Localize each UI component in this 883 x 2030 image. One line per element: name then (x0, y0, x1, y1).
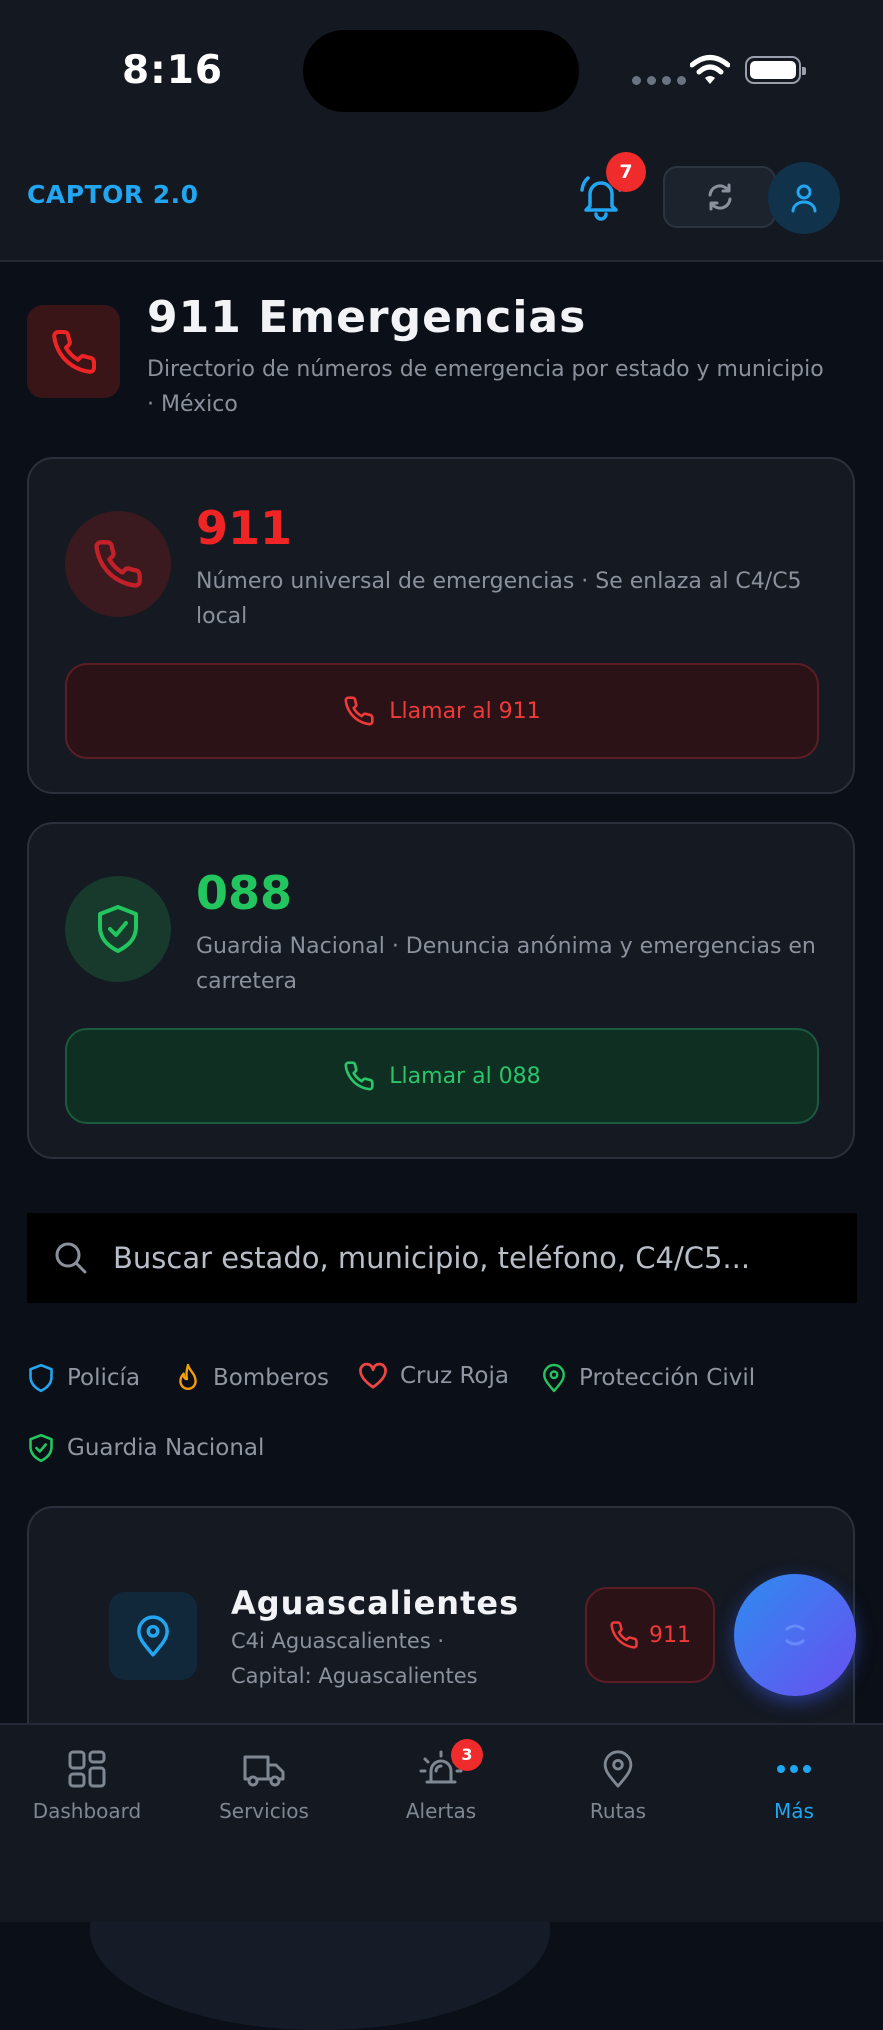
map-pin-icon (603, 1750, 633, 1788)
filter-label: Guardia Nacional (67, 1435, 265, 1461)
emergency-description: Guardia Nacional · Denuncia anónima y em… (196, 934, 816, 994)
search-input[interactable] (111, 1240, 857, 1276)
filter-label: Protección Civil (579, 1365, 756, 1391)
tab-label: Servicios (219, 1799, 309, 1823)
filter-cruz-roja[interactable]: Cruz Roja (358, 1362, 509, 1390)
search-bar (27, 1213, 857, 1303)
alerts-badge: 3 (451, 1739, 483, 1771)
battery-icon (745, 56, 806, 84)
call-911-button[interactable]: Llamar al 911 (65, 663, 819, 759)
call-088-button[interactable]: Llamar al 088 (65, 1028, 819, 1124)
tab-label: Alertas (405, 1799, 477, 1823)
emergency-number: 911 (196, 501, 293, 555)
more-dots-icon (777, 1765, 811, 1773)
map-pin-icon (543, 1363, 565, 1393)
filter-guardia-nacional[interactable]: Guardia Nacional (27, 1432, 264, 1464)
flame-icon (179, 1363, 197, 1390)
tab-servicios[interactable]: Servicios (189, 1749, 339, 1823)
grid-icon (68, 1750, 106, 1788)
shield-icon (29, 1363, 53, 1393)
page-subtitle: Directorio de números de emergencia por … (147, 357, 824, 417)
filter-label: Cruz Roja (400, 1363, 509, 1389)
call-button-label: Llamar al 911 (389, 698, 541, 724)
phone-icon (610, 1621, 638, 1649)
state-icon-box (109, 1592, 197, 1680)
cellular-signal-icon (632, 76, 686, 85)
call-button-label: Llamar al 088 (389, 1063, 541, 1089)
tab-bar: Dashboard Servicios Alertas 3 Rutas Más (0, 1723, 883, 1922)
tab-label: Rutas (589, 1799, 647, 1823)
status-bar: 8:16 (0, 0, 883, 140)
brand-logo[interactable]: CAPTOR 2.0 (27, 180, 199, 209)
filter-policia[interactable]: Policía (27, 1362, 140, 1394)
tab-label: Más (774, 1799, 814, 1823)
assistant-icon (785, 1624, 805, 1646)
user-avatar-button[interactable] (768, 162, 840, 234)
filter-label: Bomberos (213, 1365, 330, 1391)
filter-bomberos[interactable]: Bomberos (175, 1362, 329, 1394)
card-icon-circle (65, 876, 171, 982)
state-name: Aguascalientes (231, 1584, 520, 1622)
tab-dashboard[interactable]: Dashboard (12, 1749, 162, 1823)
page-title-icon (27, 305, 120, 398)
floating-action-button[interactable] (734, 1574, 856, 1696)
filter-proteccion-civil[interactable]: Protección Civil (541, 1362, 755, 1394)
refresh-button[interactable] (663, 166, 776, 228)
phone-icon (344, 1061, 374, 1091)
tab-rutas[interactable]: Rutas (543, 1749, 693, 1823)
state-description: C4i Aguascalientes · Capital: Aguascalie… (231, 1629, 478, 1688)
phone-icon (344, 696, 374, 726)
status-time: 8:16 (122, 48, 224, 93)
notification-badge: 7 (606, 152, 646, 192)
emergency-description: Número universal de emergencias · Se enl… (196, 569, 802, 629)
state-call-label: 911 (649, 1622, 691, 1648)
search-icon (55, 1242, 87, 1274)
card-icon-circle (65, 511, 171, 617)
shield-check-icon (98, 905, 138, 953)
map-pin-icon (137, 1615, 169, 1657)
emergency-card-911: 911 Número universal de emergencias · Se… (27, 457, 855, 794)
phone-icon (94, 540, 142, 588)
dynamic-island (303, 30, 579, 112)
emergency-card-088: 088 Guardia Nacional · Denuncia anónima … (27, 822, 855, 1159)
phone-icon (51, 329, 96, 374)
page-title: 911 Emergencias (147, 292, 587, 343)
tab-mas[interactable]: Más (719, 1749, 869, 1823)
refresh-icon (708, 183, 731, 211)
user-icon (791, 184, 817, 213)
tab-label: Dashboard (32, 1799, 142, 1823)
truck-icon (243, 1755, 285, 1787)
heart-icon (359, 1362, 387, 1389)
app-header: CAPTOR 2.0 (0, 140, 883, 262)
filter-label: Policía (67, 1365, 141, 1391)
emergency-number: 088 (196, 866, 293, 920)
shield-check-icon (29, 1433, 53, 1463)
wifi-icon (690, 55, 730, 84)
state-call-button[interactable]: 911 (585, 1587, 715, 1683)
tab-alertas[interactable]: Alertas (366, 1749, 516, 1823)
